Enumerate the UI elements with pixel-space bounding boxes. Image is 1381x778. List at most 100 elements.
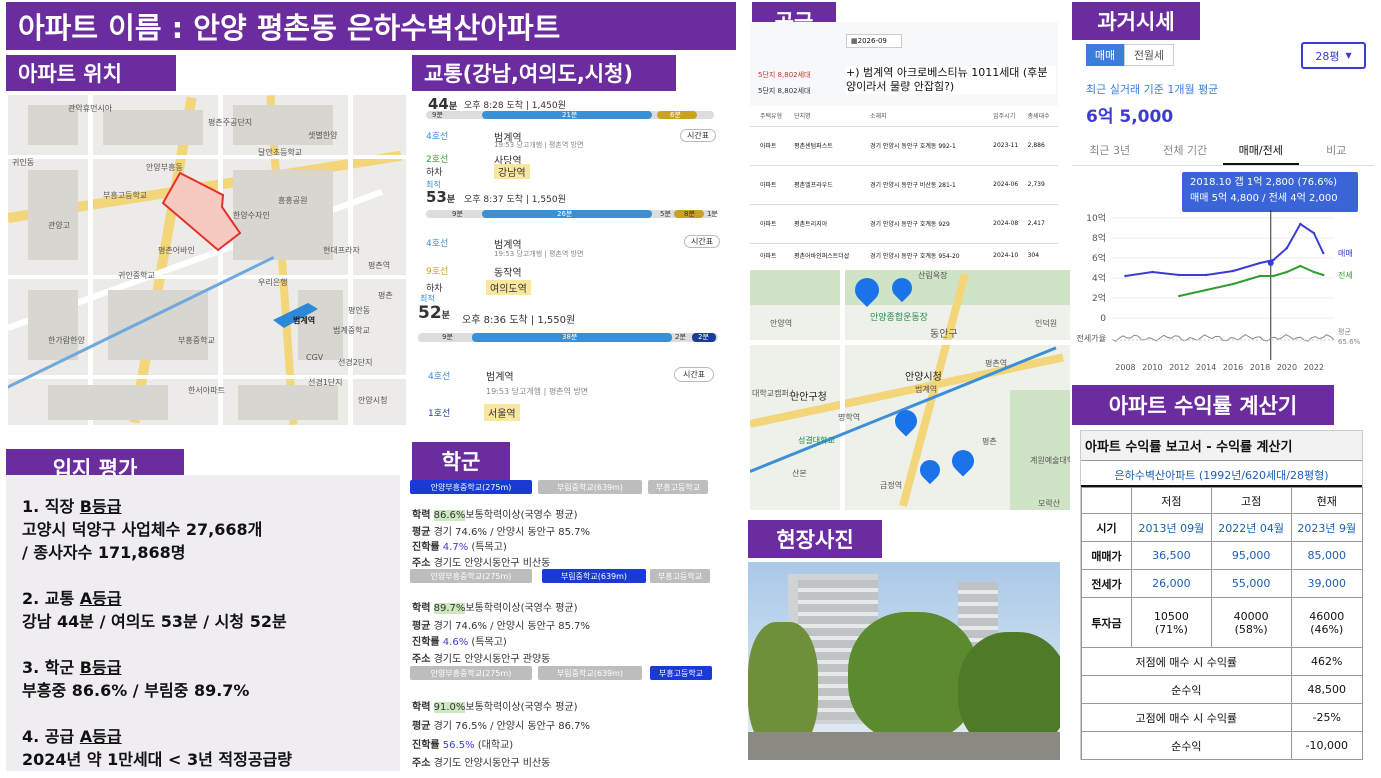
calculator-panel: 아파트 수익률 보고서 - 수익률 계산기 은하수벽산아파트 (1992년/62… [1080, 430, 1364, 760]
past-price-header: 과거시세 [1072, 2, 1200, 40]
map-label: 계원예술대학교 [1030, 456, 1070, 465]
map-label: 평촌 [378, 291, 393, 300]
site-photo-header: 현장사진 [748, 520, 882, 558]
table-row[interactable]: 아파트 평촌엘프라우드 경기 안양시 동안구 비산동 281-1 2024-06 2,7… [750, 165, 1058, 204]
map-label: 귀인중학교 [118, 271, 155, 280]
school-tab[interactable]: 부흥고등학교 [650, 666, 712, 680]
tooltip-line: 매매 5억 4,800 / 전세 4억 2,000 [1190, 193, 1338, 204]
avg-value: 경기 76.5% / 안양시 동안구 86.7% [433, 721, 590, 732]
school-tab[interactable]: 부림중학교 (639m) [538, 666, 642, 680]
map-label: 부흥중학교 [178, 336, 215, 345]
map-label: 명학역 [838, 413, 861, 422]
eval-grade: B등급 [79, 658, 122, 677]
map-label: 관양고 [48, 221, 71, 230]
supply-stat: 5단지 8,802세대 [758, 71, 811, 79]
eval-detail: 강남 44분 / 여의도 53분 / 시청 52분 [22, 612, 287, 631]
timetable-button[interactable]: 시간표 [674, 367, 715, 382]
segment-label: 5분 [660, 210, 671, 218]
map-label: 대학교캠퍼스 [752, 389, 797, 398]
range-tab[interactable]: 전체 기간 [1148, 134, 1224, 165]
x-tick-label: 2008 [1115, 363, 1135, 372]
supply-panel: ▦ 2026-09 5단지 8,802세대 5단지 8,802세대 +) 범계역… [750, 22, 1058, 267]
map-label: 관악휴먼시아 [68, 104, 113, 113]
size-select[interactable]: 28평 ▼ [1301, 42, 1366, 69]
map-label: 한서아파트 [188, 386, 225, 395]
apartment-pin-icon[interactable] [915, 455, 945, 485]
y-tick-label: 2억 [1092, 292, 1106, 304]
price-chart[interactable]: 10억 8억 6억 4억 2억 0 2008 2010 2012 2014 2016 2018 2020… [1072, 210, 1374, 380]
school-tab[interactable]: 부흥고등학교 [648, 480, 708, 494]
map-label: 안양역 [770, 319, 793, 328]
rate-value: 65.6% [1338, 338, 1361, 346]
eval-detail: 고양시 덕양구 사업체수 27,668개 [22, 520, 263, 539]
eval-grade: A등급 [79, 727, 122, 746]
timetable-button[interactable]: 시간표 [680, 129, 717, 142]
map-label: 귀인동 [12, 158, 35, 167]
segment-label: 9분 [432, 111, 443, 119]
table-row[interactable]: 아파트 평촌어바인퍼스트더샵 경기 안양시 동안구 호계동 954-20 2024-1… [750, 243, 1058, 267]
route-time: 52 [418, 303, 442, 323]
supply-note: +) 범계역 아크로베스티뉴 1011세대 (후분양이라서 물량 안잡힘?) [846, 66, 1056, 94]
apartment-pin-icon[interactable] [947, 445, 979, 477]
school-tab[interactable]: 안양부흥중학교 (275m) [410, 480, 532, 494]
data-point [1231, 269, 1235, 273]
map-label: 샛별한양 [308, 131, 338, 140]
segment-label: 8분 [684, 210, 695, 218]
rate-label: 학력 [412, 603, 431, 614]
x-tick-label: 2020 [1277, 363, 1297, 372]
range-tab[interactable]: 비교 [1299, 134, 1375, 165]
range-tab[interactable]: 최근 3년 [1072, 134, 1148, 165]
data-point [1299, 222, 1302, 226]
report-title: 아파트 수익률 보고서 - 수익률 계산기 [1081, 431, 1362, 461]
data-point [1322, 273, 1325, 277]
legend-sale: 매매 [1338, 249, 1353, 258]
adv-text: (특목고) [471, 637, 507, 648]
school-tab[interactable]: 안양부흥중학교 (275m) [410, 569, 532, 583]
addr-label: 주소 [412, 654, 431, 665]
tab-sale[interactable]: 매매 [1086, 44, 1124, 66]
line-label: 4호선 [426, 239, 449, 249]
traffic-routes: 44분 오후 8:28 도착 | 1,450원 9분 21분 6분 4호선 범계… [412, 95, 734, 425]
date-chip-text: 2026-09 [857, 37, 887, 45]
tab-rent[interactable]: 전월세 [1124, 44, 1174, 66]
route-time-unit: 분 [441, 311, 450, 321]
invest-label: 투자금 [1081, 597, 1132, 648]
school-tab[interactable]: 부흥고등학교 [650, 569, 710, 583]
route-time: 53 [426, 188, 447, 206]
table-row[interactable]: 아파트 평촌트리지아 경기 안양시 동안구 호계동 929 2024-08 2,417 [750, 204, 1058, 243]
route-detail: 오후 8:36 도착 | 1,550원 [462, 315, 576, 326]
range-tab[interactable]: 매매/전세 [1223, 134, 1299, 165]
table-row[interactable]: 아파트 평촌센텀퍼스트 경기 안양시 동안구 호계동 992-1 2023-11 2,8… [750, 126, 1058, 165]
school-tab[interactable]: 부림중학교 (639m) [538, 480, 642, 494]
map-label: 평촌어바인 [158, 246, 195, 255]
map-label: 달안초등학교 [258, 148, 303, 157]
date-chip[interactable]: ▦ 2026-09 [846, 34, 902, 48]
adv-label: 진학률 [412, 740, 440, 751]
x-tick-label: 2022 [1304, 363, 1324, 372]
evaluation-panel: 1. 직장 B등급 고양시 덕양구 사업체수 27,668개 / 종사자수 171,… [6, 475, 400, 771]
location-map[interactable]: 관악휴먼시아 평촌주공단지 샛별한양 달안초등학교 부흥고등학교 안양부흥동 귀… [8, 95, 406, 425]
range-tabs: 최근 3년 전체 기간 매매/전세 비교 [1072, 134, 1374, 166]
station-label: 동작역 [494, 268, 522, 279]
map-label: 동안구 [930, 329, 958, 340]
calculator-header: 아파트 수익률 계산기 [1072, 385, 1334, 425]
supply-map[interactable]: 산림욕장 안양종합운동장 동안구 인덕원 안양역 안양시청 범계역 평촌역 만안… [750, 270, 1070, 510]
apartment-boundary [161, 171, 318, 328]
timetable-button[interactable]: 시간표 [684, 235, 721, 248]
data-point [1312, 231, 1316, 235]
calc-table: 저점 고점 현재 시기 2013년 09월 2022년 04월 2023년 9월 매매… [1081, 487, 1364, 760]
addr-label: 주소 [412, 558, 431, 569]
data-point [1299, 264, 1302, 268]
rate-value: 91.0% [433, 702, 466, 713]
addr-value: 경기도 안양시동안구 관양동 [433, 654, 551, 665]
location-header: 아파트 위치 [6, 55, 176, 91]
school-tab[interactable]: 부림중학교 (639m) [542, 569, 646, 583]
adv-value: 4.6% [442, 637, 469, 648]
y-tick-label: 10억 [1086, 212, 1106, 224]
map-label: 한가람한양 [48, 336, 85, 345]
map-label: 흥흥공원 [278, 196, 308, 205]
data-point [1178, 273, 1181, 277]
map-label: 평촌 [982, 437, 997, 446]
school-tab[interactable]: 안양부흥중학교 (275m) [410, 666, 532, 680]
segment-label: 26분 [557, 210, 573, 218]
